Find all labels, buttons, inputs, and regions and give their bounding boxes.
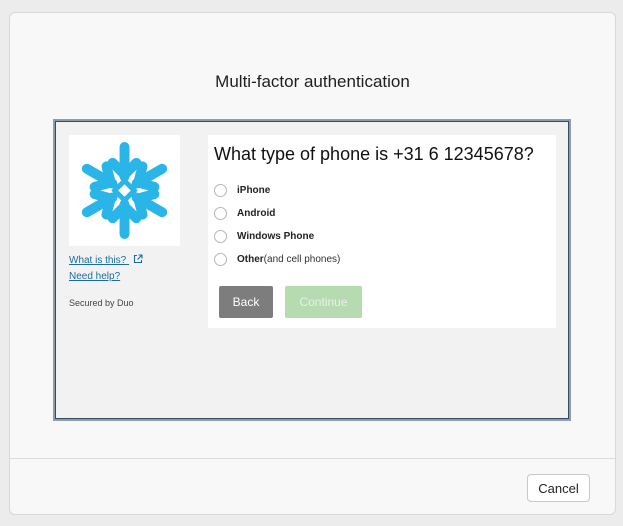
- option-other[interactable]: Other (and cell phones): [214, 253, 340, 266]
- phone-type-question: What type of phone is +31 6 12345678?: [214, 144, 534, 164]
- back-button[interactable]: Back: [219, 286, 273, 318]
- need-help-link[interactable]: Need help?: [69, 271, 120, 282]
- option-label: Android: [237, 208, 276, 219]
- footer-divider: [10, 458, 615, 459]
- snowflake-icon: [81, 141, 168, 240]
- option-label: Other: [237, 254, 264, 265]
- radio-unchecked-icon[interactable]: [214, 230, 227, 243]
- secured-by-duo: Secured by Duo: [69, 298, 134, 308]
- duo-prompt-frame: What is this? Need help? Secured by Duo …: [53, 119, 571, 421]
- radio-unchecked-icon[interactable]: [214, 184, 227, 197]
- what-is-this-label: What is this?: [69, 255, 127, 266]
- option-suffix: (and cell phones): [263, 254, 341, 265]
- option-label: iPhone: [237, 185, 271, 196]
- radio-unchecked-icon[interactable]: [214, 207, 227, 220]
- option-label: Windows Phone: [237, 231, 315, 242]
- phone-type-panel: What type of phone is +31 6 12345678? iP…: [208, 135, 556, 328]
- radio-unchecked-icon[interactable]: [214, 253, 227, 266]
- what-is-this-link[interactable]: What is this?: [69, 254, 143, 266]
- dialog-title: Multi-factor authentication: [215, 72, 410, 91]
- cancel-button[interactable]: Cancel: [527, 474, 590, 502]
- external-link-icon: [133, 254, 143, 264]
- option-android[interactable]: Android: [214, 207, 275, 220]
- logo-container: [69, 135, 180, 246]
- mfa-dialog: Multi-factor authentication What is this…: [9, 12, 616, 515]
- continue-button[interactable]: Continue: [285, 286, 362, 318]
- option-windows-phone[interactable]: Windows Phone: [214, 230, 314, 243]
- option-iphone[interactable]: iPhone: [214, 184, 270, 197]
